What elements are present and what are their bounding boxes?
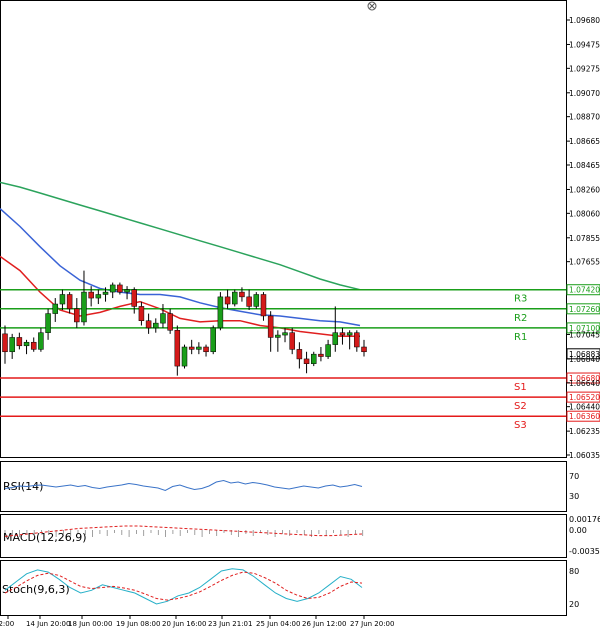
price-tick-label: 1.09070 <box>569 89 600 98</box>
pivot-label: S3 <box>514 420 527 431</box>
price-tick-label: 1.09475 <box>569 40 600 49</box>
candle-body <box>95 294 102 299</box>
price-tick-label: 1.07045 <box>569 330 600 339</box>
candle-body <box>145 320 152 329</box>
candle-body <box>88 291 94 299</box>
candle-body <box>59 294 66 305</box>
stoch-level-80: 80 <box>569 567 579 576</box>
price-tick-label: 1.09680 <box>569 16 600 25</box>
candle-body <box>282 332 288 336</box>
candle-body <box>188 346 195 350</box>
candle-body <box>339 332 346 336</box>
candle-body <box>102 291 109 295</box>
pivot-label: S2 <box>514 401 527 412</box>
candle-body <box>117 284 123 293</box>
candle-body <box>210 327 216 353</box>
candle-body <box>346 332 353 336</box>
pivot-label: S1 <box>514 382 527 393</box>
candle-body <box>246 296 252 307</box>
price-tick-label: 1.08260 <box>569 185 600 194</box>
candle-body <box>203 346 209 353</box>
candle-body <box>224 296 231 305</box>
time-tick-label: 26 Jun 12:00 <box>302 620 346 628</box>
price-tick-label: 1.08060 <box>569 209 600 218</box>
candle-body <box>174 330 181 367</box>
candle-body <box>167 313 173 331</box>
candle-body <box>303 358 310 364</box>
price-tick-label: 1.07420 <box>569 286 600 295</box>
candle-body <box>325 344 331 357</box>
time-tick-label: 14 Jun 20:00 <box>26 620 70 628</box>
price-tick-label: 1.07260 <box>569 305 600 314</box>
candle-body <box>181 346 188 367</box>
forex-chart: R3 R2 R1 S1 S2 S3 1.09680 1.09475 1.09275 1.0907… <box>0 0 600 631</box>
macd-level-zero: 0.00 <box>569 526 587 535</box>
macd-level-bottom: -0.003505 <box>569 547 600 556</box>
candle-body <box>267 315 274 338</box>
macd-level-top: 0.00176 <box>569 515 600 524</box>
time-tick-label: 12:00 <box>0 620 14 628</box>
candle-body <box>23 341 30 347</box>
candle-body <box>260 294 267 317</box>
candle-body <box>2 333 8 353</box>
candle-body <box>45 313 51 333</box>
candle-body <box>275 334 281 338</box>
price-tick-label: 1.06360 <box>569 412 600 421</box>
pivot-label: R3 <box>514 294 527 305</box>
candle-body <box>332 332 339 345</box>
candle-body <box>217 296 224 329</box>
price-tick-label: 1.09275 <box>569 64 600 73</box>
price-tick-label: 1.06640 <box>569 379 600 388</box>
time-tick-label: 27 Jun 20:00 <box>350 620 394 628</box>
macd-label: MACD(12,26,9) <box>3 531 87 544</box>
time-tick-label: 20 Jun 16:00 <box>162 620 206 628</box>
rsi-level-70: 70 <box>569 472 579 481</box>
price-tick-label: 1.08870 <box>569 113 600 122</box>
candle-body <box>30 341 37 350</box>
candle-body <box>289 332 295 350</box>
price-tick-label: 1.06840 <box>569 355 600 364</box>
candle-body <box>52 303 59 314</box>
candle-body <box>310 353 317 364</box>
candle-body <box>232 291 238 305</box>
candle-body <box>196 346 202 350</box>
price-tick-label: 1.06035 <box>569 451 600 460</box>
candle-body <box>66 294 73 310</box>
candle-body <box>354 332 360 348</box>
time-tick-label: 23 Jun 21:01 <box>208 620 252 628</box>
candle-body <box>239 291 245 298</box>
time-tick-label: 18 Jun 00:00 <box>68 620 112 628</box>
candle-body <box>253 294 260 307</box>
candle-body <box>109 284 116 293</box>
candle-body <box>361 346 367 353</box>
candle-body <box>160 313 166 324</box>
candle-body <box>81 291 87 323</box>
time-tick-label: 25 Jun 04:00 <box>256 620 300 628</box>
price-tick-label: 1.07655 <box>569 258 600 267</box>
price-tick-label: 1.08465 <box>569 161 600 170</box>
candle-body <box>74 308 80 323</box>
pivot-label: R2 <box>514 313 527 324</box>
pivot-label: R1 <box>514 332 527 343</box>
price-tick-label: 1.06520 <box>569 393 600 402</box>
stoch-level-20: 20 <box>569 600 579 609</box>
price-tick-label: 1.07855 <box>569 234 600 243</box>
candle-body <box>131 289 137 307</box>
candle-body <box>124 289 130 293</box>
candle-body <box>318 353 324 357</box>
rsi-level-30: 30 <box>569 492 579 501</box>
candle-body <box>153 322 159 329</box>
candle-body <box>38 332 44 350</box>
candle-body <box>16 337 23 347</box>
price-tick-label: 1.06440 <box>569 403 600 412</box>
price-tick-label: 1.08665 <box>569 137 600 146</box>
price-tick-label: 1.06235 <box>569 427 600 436</box>
time-tick-label: 19 Jun 08:00 <box>116 620 160 628</box>
candle-body <box>138 306 145 321</box>
candle-body <box>9 337 15 353</box>
candle-body <box>296 349 303 360</box>
